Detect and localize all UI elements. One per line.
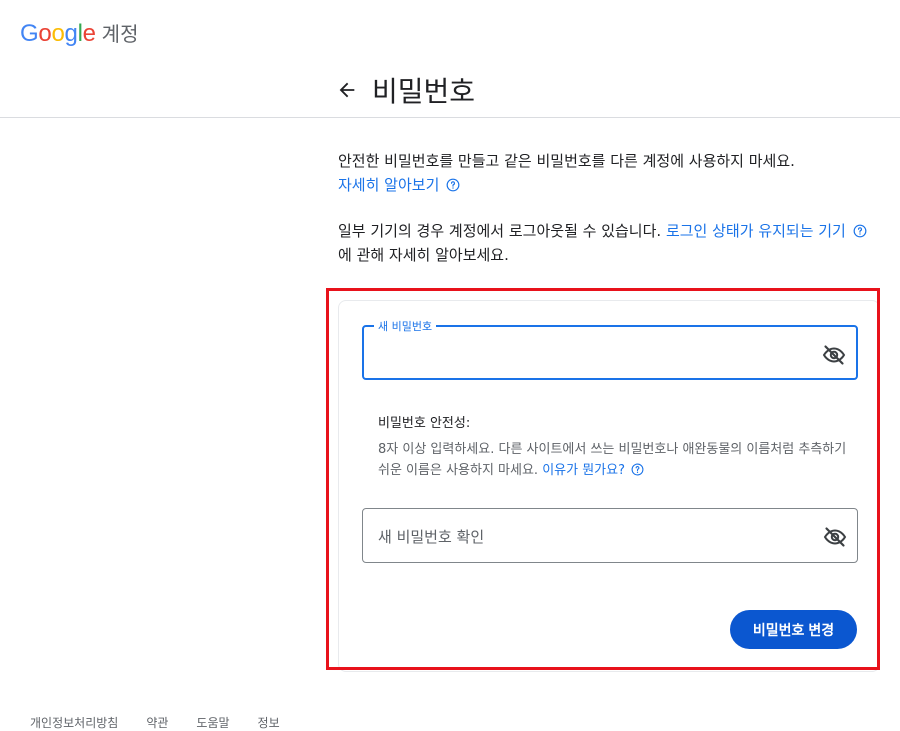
arrow-left-icon[interactable] [336, 79, 358, 101]
logo-letter: e [82, 20, 96, 47]
page-title: 비밀번호 [372, 75, 476, 108]
signout-text-after: 에 관해 자세히 알아보세요. [338, 246, 509, 264]
logo-letter: o [38, 20, 52, 47]
footer-link-help[interactable]: 도움말 [196, 714, 229, 731]
footer-link-about[interactable]: 정보 [258, 714, 280, 731]
intro-paragraph: 안전한 비밀번호를 만들고 같은 비밀번호를 다른 계정에 사용하지 마세요. … [338, 149, 883, 197]
eye-off-icon[interactable] [822, 343, 846, 367]
product-label: 계정 [101, 22, 139, 46]
why-link[interactable]: 이유가 뭔가요? [542, 463, 625, 478]
footer-links: 개인정보처리방침 약관 도움말 정보 [30, 714, 280, 731]
change-password-button[interactable]: 비밀번호 변경 [730, 610, 857, 649]
eye-off-icon[interactable] [823, 525, 847, 549]
strength-description: 8자 이상 입력하세요. 다른 사이트에서 쓰는 비밀번호나 애완동물의 이름처… [378, 439, 853, 481]
signed-in-devices-link[interactable]: 로그인 상태가 유지되는 기기 [666, 222, 846, 240]
footer-link-privacy[interactable]: 개인정보처리방침 [30, 714, 118, 731]
google-wordmark: Google [20, 20, 96, 48]
confirm-password-placeholder: 새 비밀번호 확인 [378, 528, 485, 546]
page-header: 비밀번호 [336, 70, 475, 110]
header-divider [0, 117, 900, 118]
intro-text: 안전한 비밀번호를 만들고 같은 비밀번호를 다른 계정에 사용하지 마세요. [338, 152, 795, 170]
logo-letter: G [20, 20, 39, 47]
signout-notice: 일부 기기의 경우 계정에서 로그아웃될 수 있습니다. 로그인 상태가 유지되… [338, 219, 883, 267]
footer-link-terms[interactable]: 약관 [146, 714, 168, 731]
help-circle-icon[interactable] [446, 175, 460, 192]
google-account-logo[interactable]: Google 계정 [20, 18, 138, 48]
new-password-label: 새 비밀번호 [374, 318, 437, 334]
confirm-password-field[interactable]: 새 비밀번호 확인 [362, 508, 858, 563]
learn-more-link[interactable]: 자세히 알아보기 [338, 176, 439, 194]
help-circle-icon[interactable] [631, 462, 645, 476]
logo-letter: g [64, 20, 78, 47]
help-circle-icon[interactable] [853, 221, 867, 238]
new-password-field[interactable]: 새 비밀번호 [362, 318, 858, 380]
logo-letter: o [51, 20, 65, 47]
signout-text-before: 일부 기기의 경우 계정에서 로그아웃될 수 있습니다. [338, 222, 666, 240]
strength-title: 비밀번호 안전성: [378, 416, 471, 431]
